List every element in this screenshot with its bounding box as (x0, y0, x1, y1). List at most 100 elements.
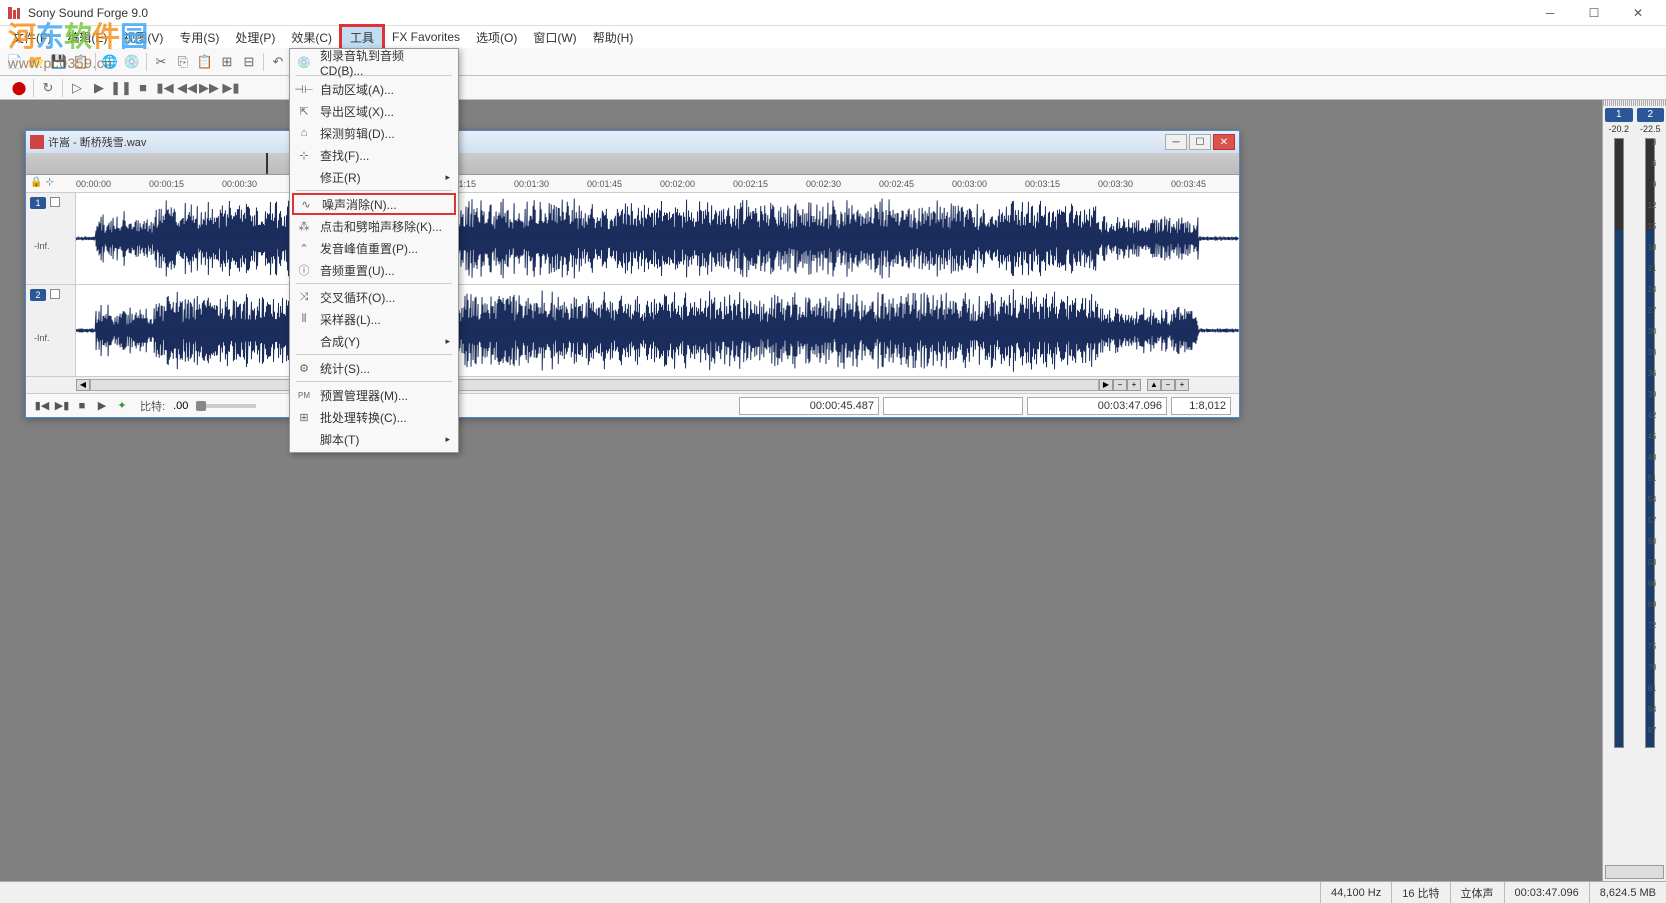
zoom-ratio[interactable]: 1:8,012 (1171, 397, 1231, 415)
play-button[interactable]: ▶ (89, 78, 109, 98)
dd-find[interactable]: ⊹查找(F)... (292, 144, 456, 166)
track-mute-toggle[interactable] (50, 197, 60, 207)
dd-auto-region[interactable]: ⊣⊢自动区域(A)... (292, 78, 456, 100)
stop-button[interactable]: ■ (133, 78, 153, 98)
meter-ch1[interactable]: 1 (1605, 108, 1633, 122)
dd-sampler[interactable]: ⦀采样器(L)... (292, 308, 456, 330)
track-number[interactable]: 2 (30, 289, 46, 301)
dd-export-region[interactable]: ⇱导出区域(X)... (292, 100, 456, 122)
go-start-button[interactable]: ▮◀ (33, 398, 51, 414)
dd-stats[interactable]: ⚙统计(S)... (292, 357, 456, 379)
go-end-button[interactable]: ▶▮ (221, 78, 241, 98)
dd-peak-reset[interactable]: ⌃发音峰值重置(P)... (292, 237, 456, 259)
menu-options[interactable]: 选项(O) (468, 27, 525, 48)
wave-title-text: 许嵩 - 断桥残雪.wav (48, 134, 1165, 150)
selection-time[interactable] (883, 397, 1023, 415)
wave-close-button[interactable]: ✕ (1213, 134, 1235, 150)
zoom-out-button[interactable]: − (1113, 379, 1127, 391)
waveform-canvas-2[interactable] (76, 285, 1239, 376)
minimize-button[interactable]: ─ (1528, 0, 1572, 26)
meter-tick: 27 (1648, 306, 1657, 315)
menu-fx-favorites[interactable]: FX Favorites (384, 28, 468, 46)
copy-button[interactable]: ⎘ (173, 52, 193, 72)
dd-click-remove[interactable]: ⁂点击和劈啪声移除(K)... (292, 215, 456, 237)
dd-noise-reduce[interactable]: ∿噪声消除(N)... (292, 193, 456, 215)
wave-minimize-button[interactable]: ─ (1165, 134, 1187, 150)
dd-synth[interactable]: 合成(Y) (292, 330, 456, 352)
dd-script[interactable]: 脚本(T) (292, 428, 456, 450)
menu-window[interactable]: 窗口(W) (525, 27, 584, 48)
position-time[interactable]: 00:00:45.487 (739, 397, 879, 415)
trim-button[interactable]: ⊟ (239, 52, 259, 72)
meter-scroll[interactable] (1605, 865, 1664, 879)
meter-tick: 60 (1648, 537, 1657, 546)
peak-icon: ⌃ (296, 240, 312, 256)
scroll-track[interactable] (90, 379, 1099, 391)
undo-button[interactable]: ↶ (268, 52, 288, 72)
stop-button[interactable]: ■ (73, 398, 91, 414)
pause-button[interactable]: ❚❚ (111, 78, 131, 98)
rate-slider[interactable] (196, 404, 256, 408)
track-mute-toggle[interactable] (50, 289, 60, 299)
cd-button[interactable]: 💿 (122, 52, 142, 72)
v-zoom-in-button[interactable]: + (1175, 379, 1189, 391)
open-button[interactable]: 📂 (27, 52, 47, 72)
menu-file[interactable]: 文件(F) (4, 27, 59, 48)
menu-special[interactable]: 专用(S) (171, 27, 227, 48)
menu-edit[interactable]: 编辑(E) (59, 27, 115, 48)
waveform-canvas-1[interactable] (76, 193, 1239, 284)
cut-button[interactable]: ✂ (151, 52, 171, 72)
track-number[interactable]: 1 (30, 197, 46, 209)
forward-button[interactable]: ▶▶ (199, 78, 219, 98)
menu-effects[interactable]: 效果(C) (283, 27, 340, 48)
mix-button[interactable]: ⊞ (217, 52, 237, 72)
toolbar-separator (146, 53, 147, 71)
meter-ch2[interactable]: 2 (1637, 108, 1665, 122)
dd-preset-mgr[interactable]: PM预置管理器(M)... (292, 384, 456, 406)
wave-maximize-button[interactable]: ☐ (1189, 134, 1211, 150)
wave-overview[interactable] (26, 153, 1239, 175)
meter-channel-heads: 1 2 (1603, 106, 1666, 124)
menu-view[interactable]: 视图(V) (115, 27, 171, 48)
dd-repair[interactable]: 修正(R) (292, 166, 456, 188)
save-as-button[interactable]: 📋 (71, 52, 91, 72)
play-button[interactable]: ▶ (93, 398, 111, 414)
v-zoom-out-button[interactable]: − (1161, 379, 1175, 391)
scroll-left-button[interactable]: ◀ (76, 379, 90, 391)
save-button[interactable]: 💾 (49, 52, 69, 72)
zoom-in-button[interactable]: + (1127, 379, 1141, 391)
ruler-tick: 00:00:00 (76, 179, 111, 189)
dd-audio-reset[interactable]: ⓘ音频重置(U)... (292, 259, 456, 281)
maximize-button[interactable]: ☐ (1572, 0, 1616, 26)
scroll-right-button[interactable]: ▶ (1099, 379, 1113, 391)
v-scroll-up-button[interactable]: ▲ (1147, 379, 1161, 391)
meter-tick: 57 (1648, 516, 1657, 525)
menu-process[interactable]: 处理(P) (227, 27, 283, 48)
dd-detect-clip[interactable]: ⌂探测剪辑(D)... (292, 122, 456, 144)
rewind-button[interactable]: ◀◀ (177, 78, 197, 98)
ruler-tick: 00:02:30 (806, 179, 841, 189)
menu-help[interactable]: 帮助(H) (585, 27, 642, 48)
play-all-button[interactable]: ▷ (67, 78, 87, 98)
loop-button[interactable]: ↻ (38, 78, 58, 98)
wave-title-bar[interactable]: 许嵩 - 断桥残雪.wav ─ ☐ ✕ (26, 131, 1239, 153)
go-end-button[interactable]: ▶▮ (53, 398, 71, 414)
new-button[interactable]: 📄 (5, 52, 25, 72)
track-label-2: 2 -Inf. (26, 285, 76, 376)
dd-crossfade[interactable]: ⤨交叉循环(O)... (292, 286, 456, 308)
anchor-icon[interactable]: ⊹ (45, 177, 53, 188)
close-button[interactable]: ✕ (1616, 0, 1660, 26)
lock-icon[interactable]: 🔒 (30, 177, 42, 188)
dd-batch[interactable]: ⊞批处理转换(C)... (292, 406, 456, 428)
go-start-button[interactable]: ▮◀ (155, 78, 175, 98)
time-ruler[interactable]: 🔒 ⊹ 00:00:0000:00:1500:00:3000:00:4500:0… (26, 175, 1239, 193)
dd-burn-cd[interactable]: 💿刻录音轨到音频 CD(B)... (292, 51, 456, 73)
scrub-button[interactable]: ✦ (113, 398, 131, 414)
meter-tick: 42 (1648, 411, 1657, 420)
publish-button[interactable]: 🌐 (100, 52, 120, 72)
record-button[interactable]: ⬤ (9, 78, 29, 98)
toolbar-separator (62, 79, 63, 97)
slider-thumb[interactable] (196, 401, 206, 411)
total-time[interactable]: 00:03:47.096 (1027, 397, 1167, 415)
paste-button[interactable]: 📋 (195, 52, 215, 72)
